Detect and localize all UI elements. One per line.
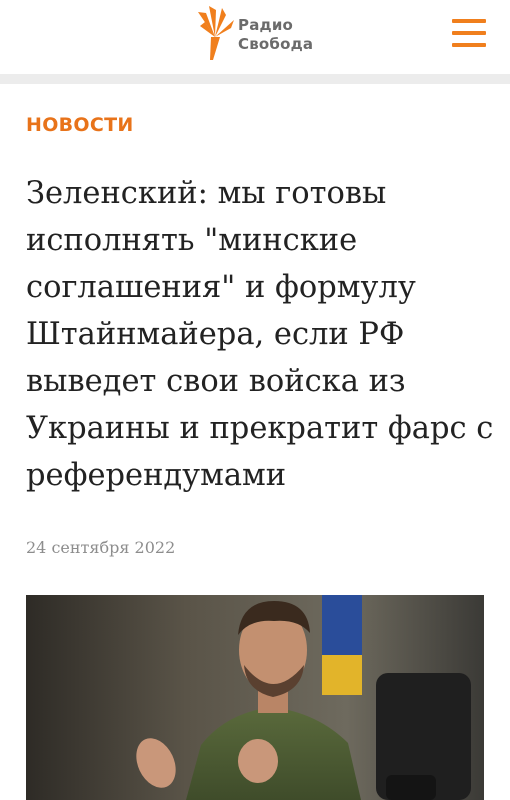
logo-line-2: Свобода [238,35,314,53]
menu-bar [452,19,486,23]
header-divider [0,74,510,84]
site-header: Радио Свобода [0,0,510,74]
menu-bar [452,31,486,35]
article-date: 24 сентября 2022 [26,538,176,557]
menu-bar [452,43,486,47]
logo-line-1: Радио [238,16,294,34]
photo-illustration [26,595,484,800]
torch-icon [198,6,234,60]
logo-wordmark: Радио Свобода [238,16,313,54]
radio-svoboda-logo[interactable]: Радио Свобода [196,4,326,64]
hamburger-menu-icon[interactable] [452,18,486,48]
article-headline: Зеленский: мы готовы исполнять "минские … [26,176,494,493]
article-photo[interactable] [26,595,484,800]
section-link-news[interactable]: НОВОСТИ [26,114,134,136]
